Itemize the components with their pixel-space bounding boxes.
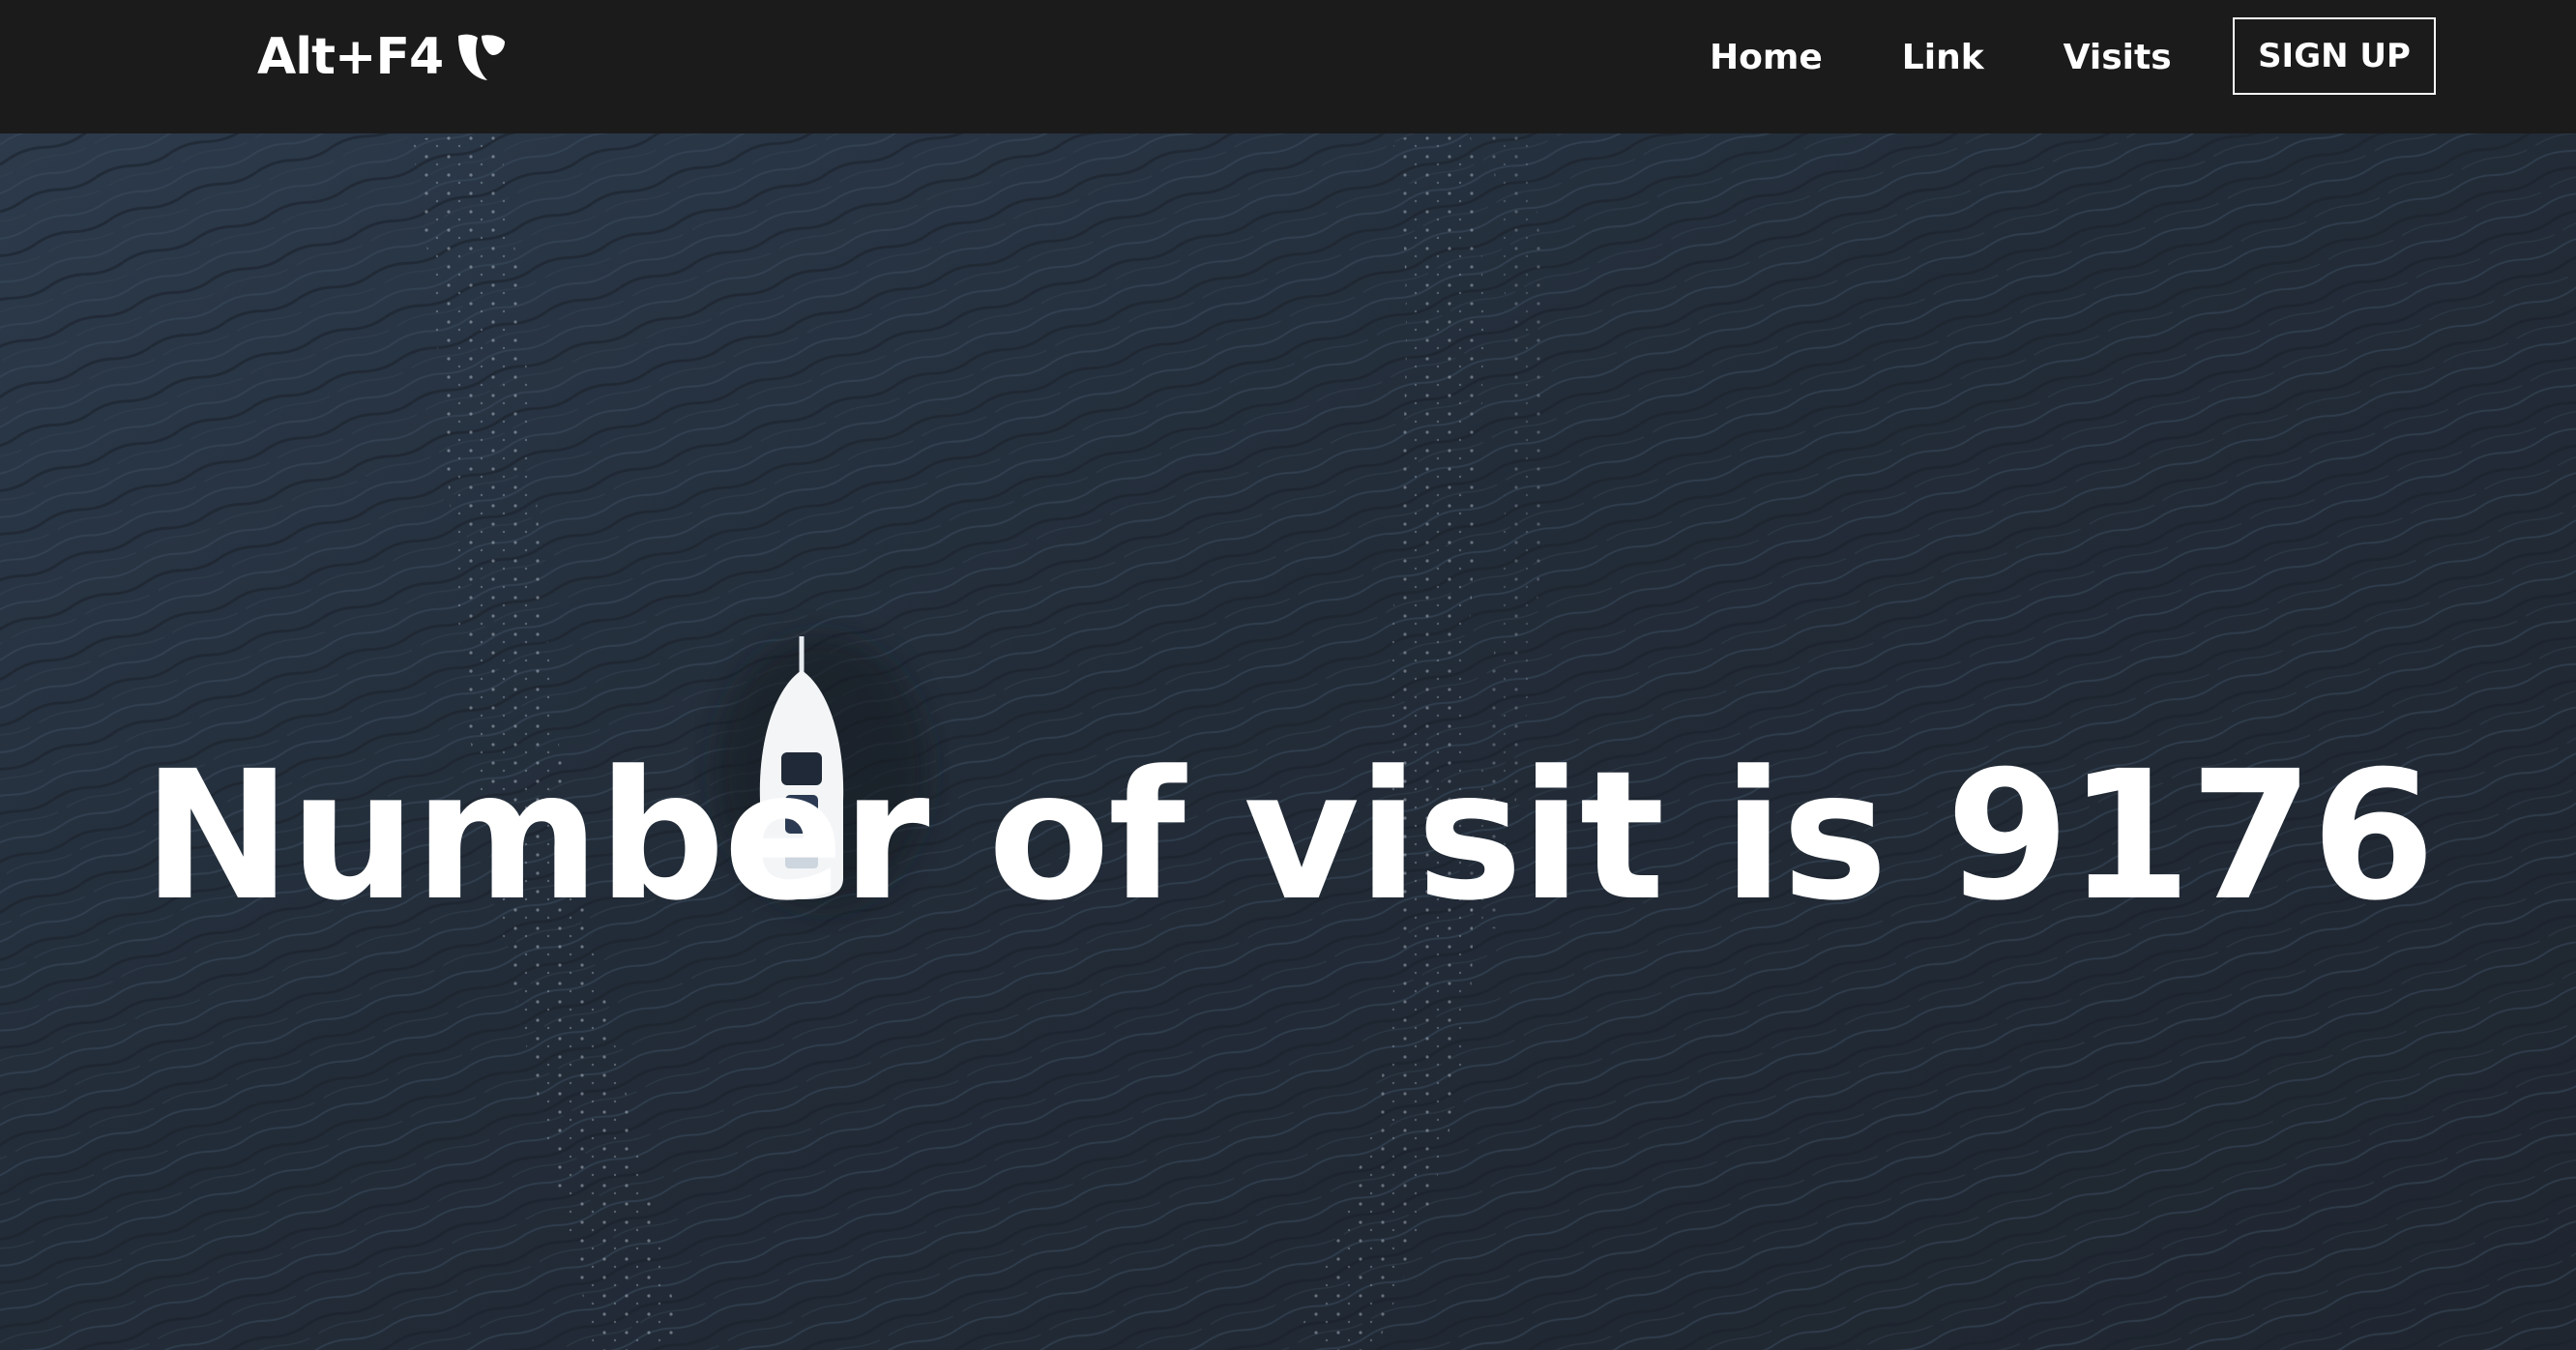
- main-nav: Home Link Visits: [1710, 29, 2251, 85]
- hero-section: Number of visit is 9176: [0, 133, 2576, 1350]
- typo3-logo-icon: [454, 30, 509, 84]
- visit-count-heading: Number of visit is 9176: [142, 733, 2436, 940]
- nav-link-visits[interactable]: Visits: [2064, 38, 2172, 77]
- sign-up-button[interactable]: SIGN UP: [2233, 17, 2436, 95]
- nav-link-home[interactable]: Home: [1710, 38, 1823, 77]
- navbar: Alt+F4 Home Link Visits SIGN UP: [0, 0, 2576, 133]
- brand-name: Alt+F4: [257, 28, 444, 86]
- nav-link-link[interactable]: Link: [1902, 38, 1984, 77]
- brand-link[interactable]: Alt+F4: [257, 25, 509, 89]
- page: Alt+F4 Home Link Visits SIGN UP Number o…: [0, 0, 2576, 1350]
